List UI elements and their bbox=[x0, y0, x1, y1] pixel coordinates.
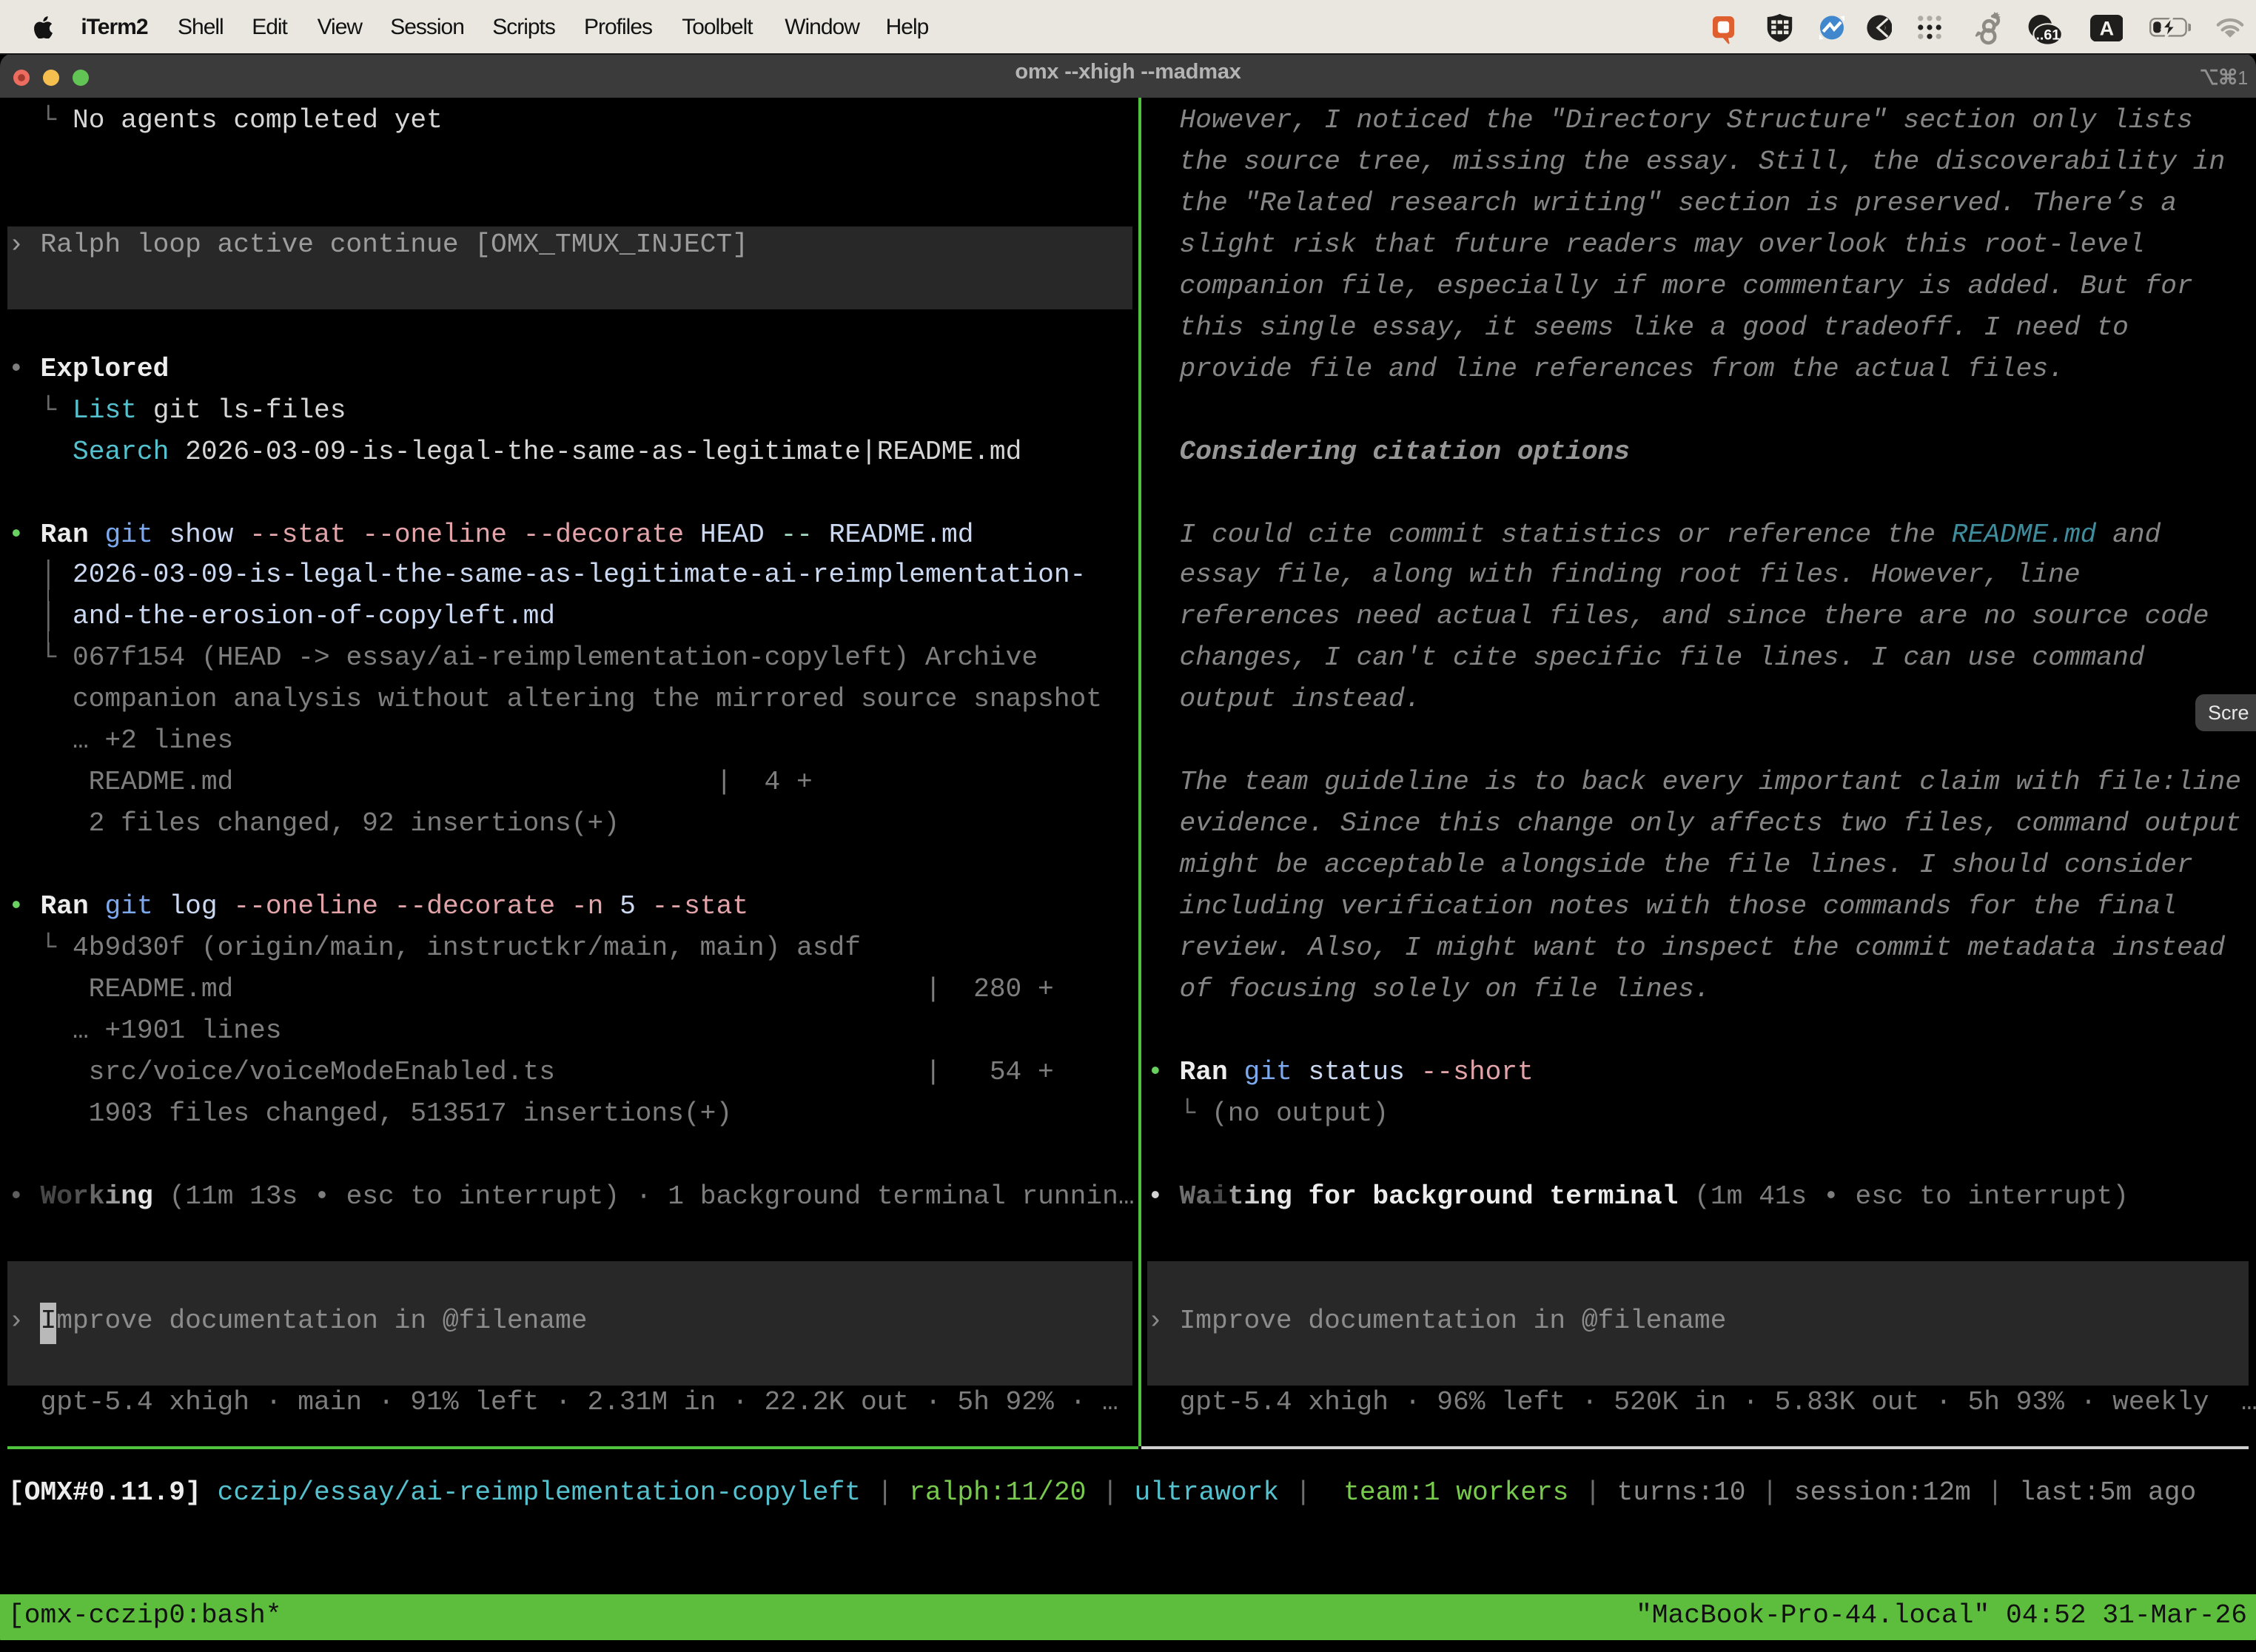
svg-text:..61: ..61 bbox=[2035, 27, 2059, 43]
svg-text:A: A bbox=[2099, 17, 2113, 39]
